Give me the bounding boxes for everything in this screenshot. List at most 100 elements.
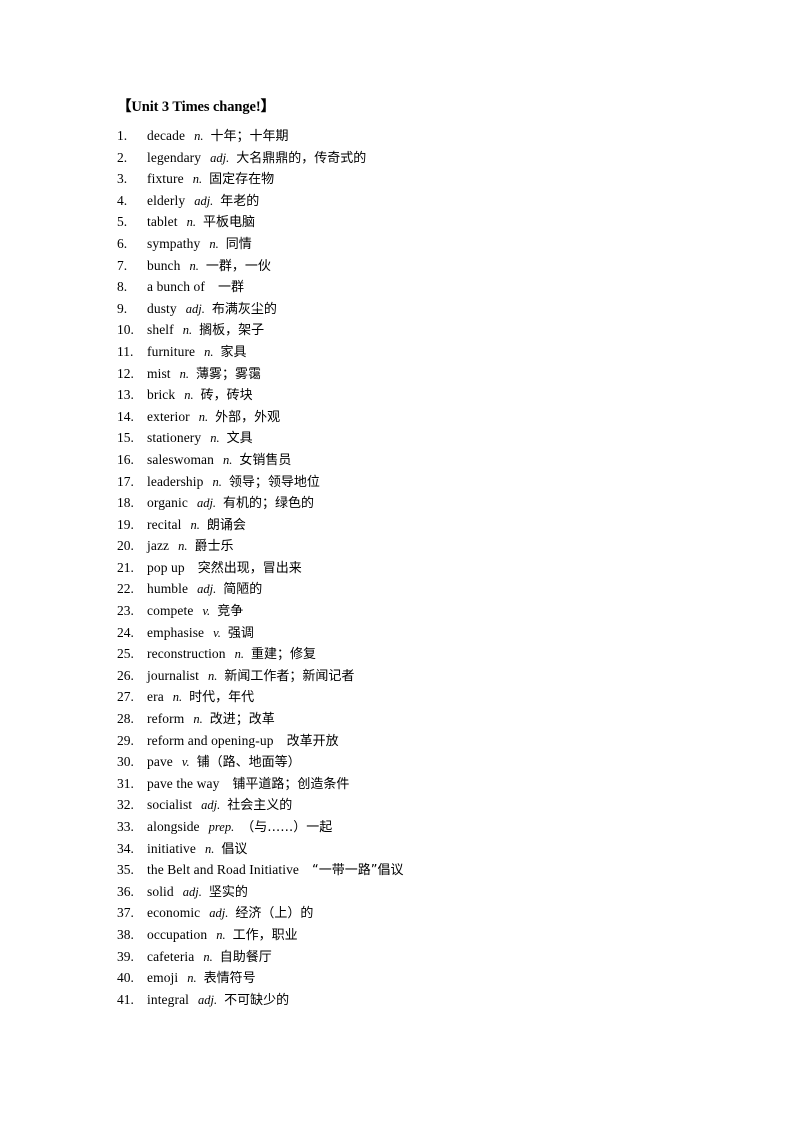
document-content: 【Unit 3 Times change!】 1. decade n. 十年；十年期 2… (117, 97, 717, 1010)
entry-definition: 薄雾；雾霭 (196, 366, 262, 382)
entry-word: humble (147, 581, 189, 597)
vocabulary-entry: 9. dusty adj. 布满灰尘的 (117, 298, 717, 320)
entry-word: emphasise (147, 624, 205, 640)
entry-number: 28. (117, 711, 134, 727)
vocabulary-entry: 14. exterior n. 外部，外观 (117, 406, 717, 428)
entry-word: brick (147, 387, 176, 403)
vocabulary-entry: 23. compete v. 竞争 (117, 600, 717, 622)
entry-number: 30. (117, 754, 134, 770)
entry-word: jazz (147, 538, 170, 554)
entry-word: saleswoman (147, 451, 214, 467)
vocabulary-entry: 37. economic adj. 经济（上）的 (117, 902, 717, 924)
entry-number: 39. (117, 948, 134, 964)
entry-number: 31. (117, 775, 134, 791)
vocabulary-entry: 39. cafeteria n. 自助餐厅 (117, 946, 717, 968)
entry-definition: 重建；修复 (251, 647, 317, 663)
entry-word: solid (147, 883, 174, 899)
entry-number: 24. (117, 624, 134, 640)
entry-part-of-speech: adj. (182, 884, 202, 899)
vocabulary-entry: 4. elderly adj. 年老的 (117, 190, 717, 212)
entry-part-of-speech: n. (198, 409, 209, 424)
entry-definition: 改进；改革 (209, 712, 275, 728)
entry-part-of-speech: n. (186, 215, 196, 230)
entry-part-of-speech: n. (187, 971, 197, 986)
entry-definition: 突然出现，冒出来 (197, 560, 302, 576)
entry-definition: 一群，一伙 (205, 258, 271, 274)
entry-number: 3. (117, 171, 128, 187)
entry-word: leadership (147, 473, 204, 489)
vocabulary-entry: 18. organic adj. 有机的；绿色的 (117, 492, 717, 514)
entry-part-of-speech: v. (202, 604, 211, 619)
entry-word: era (147, 689, 164, 705)
entry-definition: 简陋的 (223, 582, 263, 598)
entry-number: 19. (117, 516, 134, 532)
entry-number: 29. (117, 732, 134, 748)
entry-part-of-speech: n. (190, 517, 200, 532)
entry-word: shelf (147, 322, 174, 338)
vocabulary-entry: 1. decade n. 十年；十年期 (117, 125, 717, 147)
entry-part-of-speech: adj. (185, 301, 205, 316)
entry-part-of-speech: n. (208, 668, 218, 683)
entry-word: a bunch of (147, 279, 205, 295)
entry-definition: 改革开放 (286, 733, 339, 749)
entry-definition: 时代，年代 (189, 690, 255, 706)
entry-word: the Belt and Road Initiative (147, 862, 300, 878)
vocabulary-entry: 33. alongside prep. （与……）一起 (117, 816, 717, 838)
entry-definition: 同情 (225, 236, 252, 252)
entry-definition: 有机的；绿色的 (223, 496, 315, 512)
entry-word: emoji (147, 970, 179, 986)
entry-definition: 文具 (226, 431, 253, 447)
vocabulary-entry: 26. journalist n. 新闻工作者；新闻记者 (117, 665, 717, 687)
vocabulary-entry: 16. saleswoman n. 女销售员 (117, 449, 717, 471)
entry-number: 13. (117, 387, 134, 403)
entry-part-of-speech: adj. (209, 906, 229, 921)
entry-word: integral (147, 991, 190, 1007)
entry-part-of-speech: adj. (198, 992, 218, 1007)
entry-part-of-speech: n. (210, 431, 220, 446)
page-title: 【Unit 3 Times change!】 (117, 99, 275, 115)
entry-word: reform (147, 711, 185, 727)
entry-word: bunch (147, 257, 181, 273)
vocabulary-entry: 15. stationery n. 文具 (117, 427, 717, 449)
entry-word: occupation (147, 926, 208, 942)
entry-definition: 工作，职业 (232, 927, 298, 943)
vocabulary-entry: 17. leadership n. 领导；领导地位 (117, 471, 717, 493)
entry-word: initiative (147, 840, 196, 856)
entry-number: 4. (117, 192, 128, 208)
entry-part-of-speech: adj. (210, 150, 230, 165)
entry-word: decade (147, 128, 186, 143)
entry-number: 17. (117, 473, 134, 489)
entry-word: tablet (147, 214, 178, 230)
entry-word: cafeteria (147, 948, 195, 964)
entry-number: 40. (117, 970, 134, 986)
entry-definition: 领导；领导地位 (228, 474, 320, 490)
entry-definition: 爵士乐 (194, 539, 234, 555)
entry-word: alongside (147, 819, 200, 834)
entry-part-of-speech: n. (203, 949, 213, 964)
vocabulary-entry: 36. solid adj. 坚实的 (117, 881, 717, 903)
entry-part-of-speech: n. (205, 841, 215, 856)
entry-part-of-speech: adj. (197, 582, 217, 597)
entry-number: 27. (117, 689, 134, 705)
entry-word: compete (147, 603, 194, 619)
vocabulary-entry: 31. pave the way 铺平道路；创造条件 (117, 773, 717, 795)
entry-number: 6. (117, 235, 128, 251)
entry-part-of-speech: n. (209, 236, 219, 251)
vocabulary-entry: 40. emoji n. 表情符号 (117, 967, 717, 989)
entry-number: 9. (117, 300, 128, 316)
entry-number: 21. (117, 559, 134, 575)
entry-number: 1. (117, 128, 128, 143)
entry-part-of-speech: n. (172, 690, 183, 705)
vocabulary-entry: 41. integral adj. 不可缺少的 (117, 989, 717, 1011)
entry-definition: 朗诵会 (206, 517, 246, 533)
entry-number: 22. (117, 581, 134, 597)
vocabulary-entry: 6. sympathy n. 同情 (117, 233, 717, 255)
entry-number: 33. (117, 819, 134, 834)
entry-definition: 女销售员 (239, 452, 292, 468)
entry-definition: “一带一路”倡议 (312, 863, 404, 879)
entry-definition: 年老的 (220, 193, 260, 209)
entry-number: 15. (117, 430, 134, 446)
document-page: 【Unit 3 Times change!】 1. decade n. 十年；十年期 2… (0, 0, 794, 1123)
entry-part-of-speech: n. (189, 258, 199, 273)
entry-word: mist (147, 365, 171, 381)
